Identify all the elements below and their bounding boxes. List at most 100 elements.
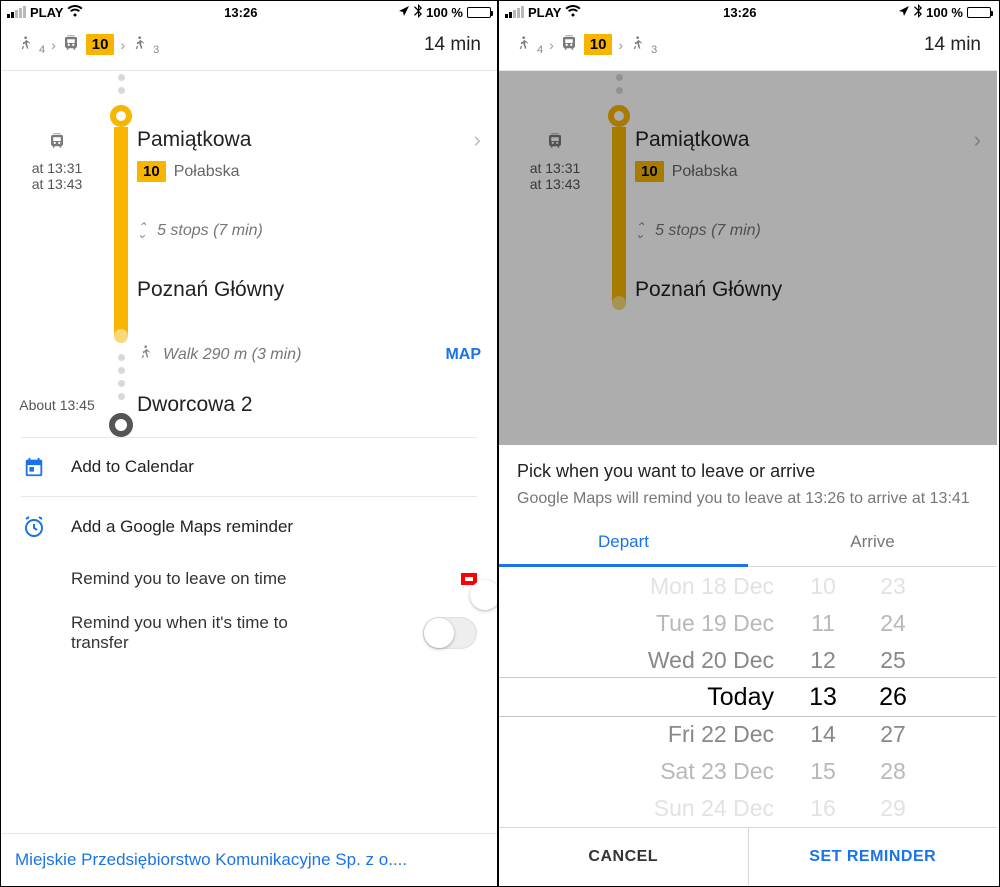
status-bar: PLAY 13:26 100 % — [1, 1, 497, 23]
picker-hour: 15 — [810, 753, 836, 790]
cancel-button[interactable]: CANCEL — [499, 828, 749, 886]
walk-icon — [17, 33, 33, 56]
chevron-icon: › — [549, 37, 554, 53]
picker-min: 23 — [880, 568, 906, 605]
battery-icon — [967, 7, 991, 18]
add-to-calendar[interactable]: Add to Calendar — [1, 438, 497, 496]
route-header: 4 › 10 › 3 14 min — [1, 23, 497, 71]
signal-icon — [7, 6, 26, 18]
reminder-label: Add a Google Maps reminder — [71, 517, 293, 537]
remind-transfer-label: Remind you when it's time to transfer — [71, 613, 331, 653]
picker-date-col[interactable]: Mon 18 Dec Tue 19 Dec Wed 20 Dec Today F… — [568, 568, 788, 827]
chevron-icon: › — [618, 37, 623, 53]
picker-minute-col[interactable]: 23 24 25 26 27 28 29 — [858, 568, 928, 827]
tram-icon — [560, 33, 578, 56]
remind-leave-row: Remind you to leave on time — [1, 557, 497, 601]
calendar-icon — [21, 456, 47, 478]
chevron-icon: › — [51, 37, 56, 53]
line-badge: 10 — [86, 34, 115, 55]
remind-transfer-row: Remind you when it's time to transfer — [1, 601, 497, 665]
route-header: 4 › 10 › 3 14 min — [499, 23, 997, 71]
depart-arrive-tabs: Depart Arrive — [499, 520, 997, 567]
bluetooth-icon — [414, 4, 422, 21]
arrive-about: About 13:45 — [17, 393, 97, 413]
walk1-time: 4 — [39, 44, 45, 56]
picker-min: 25 — [880, 642, 906, 679]
board-row[interactable]: at 13:31 at 13:43 Pamiątkowa › 10 Połabs… — [1, 91, 497, 248]
picker-date: Sat 23 Dec — [660, 753, 774, 790]
trip-duration: 14 min — [924, 34, 981, 56]
carrier-label: PLAY — [528, 5, 561, 20]
signal-icon — [505, 6, 524, 18]
walk-text: Walk 290 m (3 min) — [163, 346, 301, 364]
walk-icon — [131, 33, 147, 56]
picker-hour: 12 — [810, 642, 836, 679]
trip-duration: 14 min — [424, 34, 481, 56]
tab-depart[interactable]: Depart — [499, 520, 748, 567]
picker-date: Wed 20 Dec — [648, 642, 774, 679]
status-bar: PLAY 13:26 100 % — [499, 1, 997, 23]
board-stop: Pamiątkowa — [137, 128, 251, 152]
walk-icon — [137, 342, 153, 367]
map-link[interactable]: MAP — [445, 346, 481, 364]
picker-date: Mon 18 Dec — [650, 568, 774, 605]
agency-link[interactable]: Miejskie Przedsiębiorstwo Komunikacyjne … — [15, 850, 483, 870]
direction: Połabska — [174, 163, 240, 181]
sheet-subtitle: Google Maps will remind you to leave at … — [517, 488, 979, 510]
depart-time-1: at 13:31 — [32, 160, 83, 176]
expand-stops[interactable]: ⌃⌄ 5 stops (7 min) — [137, 222, 481, 240]
picker-hour-selected: 13 — [809, 679, 837, 716]
carrier-label: PLAY — [30, 5, 63, 20]
alarm-icon — [21, 515, 47, 539]
picker-min: 24 — [880, 605, 906, 642]
picker-hour: 16 — [810, 790, 836, 827]
time-picker-sheet: Pick when you want to leave or arrive Go… — [499, 445, 997, 886]
route-timeline — [110, 71, 132, 437]
wifi-icon — [67, 5, 83, 20]
battery-pct: 100 % — [426, 5, 463, 20]
walk1-time: 4 — [537, 44, 543, 56]
phone-left: PLAY 13:26 100 % 4 › 10 › 3 14 — [1, 1, 499, 886]
battery-icon — [467, 7, 491, 18]
picker-hour: 14 — [810, 716, 836, 753]
picker-min: 29 — [880, 790, 906, 827]
add-reminder: Add a Google Maps reminder — [1, 497, 497, 557]
datetime-picker[interactable]: Mon 18 Dec Tue 19 Dec Wed 20 Dec Today F… — [499, 567, 997, 827]
status-time: 13:26 — [723, 5, 756, 20]
alight-row: Poznań Główny — [1, 248, 497, 310]
expand-icon: ⌃⌄ — [137, 224, 147, 238]
picker-min: 27 — [880, 716, 906, 753]
walk-icon — [629, 33, 645, 56]
tram-icon — [62, 33, 80, 56]
stops-summary: 5 stops (7 min) — [157, 222, 263, 240]
bluetooth-icon — [914, 4, 922, 21]
directions-content-dim: at 13:31 at 13:43 Pamiątkowa › 10 Połabs… — [499, 71, 997, 886]
highlight-box — [461, 573, 477, 585]
toggle-remind-transfer[interactable] — [423, 617, 477, 649]
walk-row: Walk 290 m (3 min) MAP — [1, 310, 497, 375]
tram-icon — [48, 138, 66, 154]
chevron-right-icon: › — [474, 127, 481, 153]
picker-date-selected: Today — [707, 679, 774, 716]
set-reminder-button[interactable]: SET REMINDER — [749, 828, 998, 886]
location-icon — [398, 5, 410, 20]
wifi-icon — [565, 5, 581, 20]
phone-right: PLAY 13:26 100 % 4 › 10 › 3 14 — [499, 1, 997, 886]
status-time: 13:26 — [224, 5, 257, 20]
location-icon — [898, 5, 910, 20]
picker-hour-col[interactable]: 10 11 12 13 14 15 16 — [788, 568, 858, 827]
remind-leave-label: Remind you to leave on time — [71, 569, 286, 589]
depart-time-2: at 13:43 — [32, 176, 83, 192]
picker-date: Fri 22 Dec — [668, 716, 774, 753]
picker-hour: 11 — [811, 605, 835, 642]
arrive-stop: Dworcowa 2 — [137, 393, 253, 416]
tab-arrive[interactable]: Arrive — [748, 520, 997, 567]
directions-content: at 13:31 at 13:43 Pamiątkowa › 10 Połabs… — [1, 71, 497, 833]
picker-date: Sun 24 Dec — [654, 790, 774, 827]
footer: Miejskie Przedsiębiorstwo Komunikacyjne … — [1, 833, 497, 886]
chevron-icon: › — [120, 37, 125, 53]
picker-min: 28 — [880, 753, 906, 790]
walk2-time: 3 — [153, 44, 159, 56]
picker-min-selected: 26 — [879, 679, 907, 716]
arrive-row: About 13:45 Dworcowa 2 — [1, 375, 497, 437]
